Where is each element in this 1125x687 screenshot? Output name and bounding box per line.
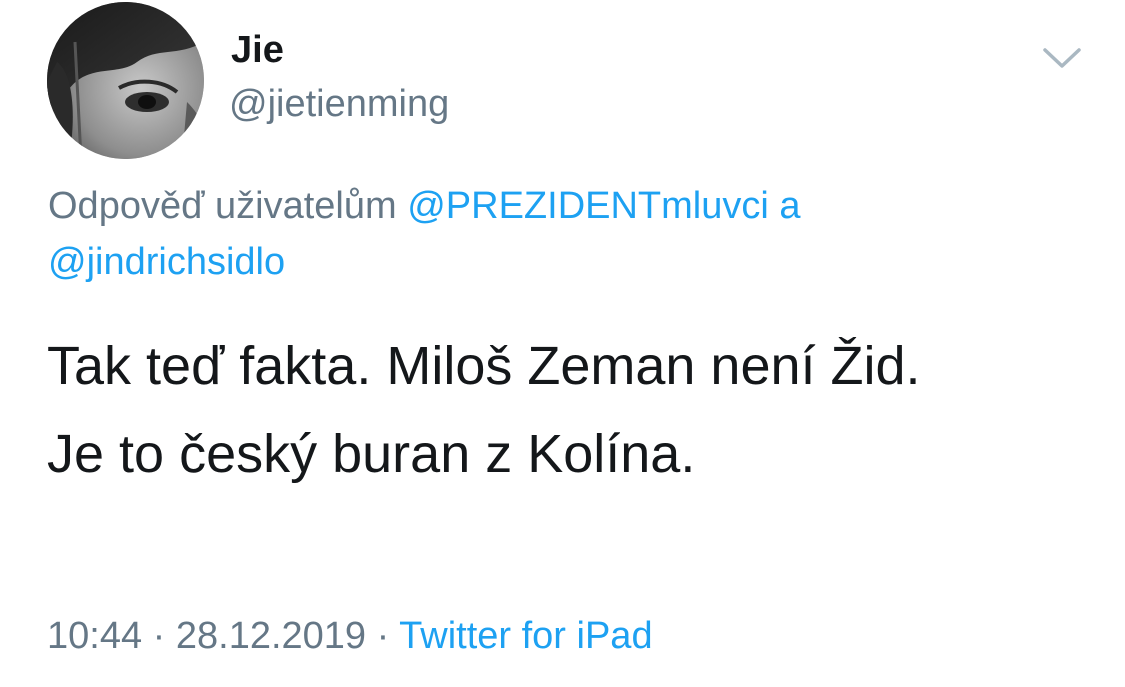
display-name[interactable]: Jie <box>231 28 284 72</box>
tweet-date[interactable]: 28.12.2019 <box>176 615 366 657</box>
tweet-card: Jie @jietienming Odpověď uživatelům @PRE… <box>0 0 1125 687</box>
tweet-text: Tak teď fakta. Miloš Zeman není Žid. Je … <box>47 322 1097 498</box>
tweet-source-link[interactable]: Twitter for iPad <box>399 615 652 657</box>
mention-prezidentmluvci[interactable]: @PREZIDENTmluvci <box>407 185 769 227</box>
tweet-text-line: Je to český buran z Kolína. <box>47 424 696 484</box>
chevron-down-icon[interactable] <box>1041 44 1083 72</box>
tweet-meta: 10:44 · 28.12.2019 · Twitter for iPad <box>47 612 653 660</box>
mention-jindrichsidlo[interactable]: @jindrichsidlo <box>48 241 285 283</box>
meta-separator: · <box>152 615 166 657</box>
reply-conjunction: a <box>779 185 801 227</box>
profile-photo-icon <box>47 2 204 159</box>
reply-context: Odpověď uživatelům @PREZIDENTmluvci a @j… <box>48 178 1088 290</box>
tweet-text-line: Tak teď fakta. Miloš Zeman není Žid. <box>47 336 921 396</box>
tweet-time[interactable]: 10:44 <box>47 615 142 657</box>
meta-separator: · <box>376 615 390 657</box>
reply-prefix: Odpověď uživatelům <box>48 185 397 227</box>
user-handle[interactable]: @jietienming <box>229 82 449 126</box>
avatar[interactable] <box>47 2 204 159</box>
